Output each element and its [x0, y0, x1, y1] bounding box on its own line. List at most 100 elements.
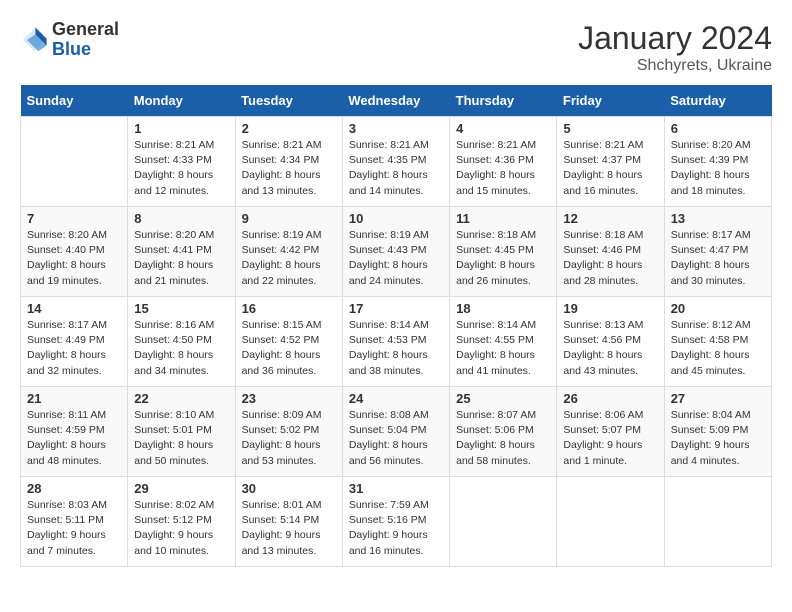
day-details: Sunrise: 8:21 AMSunset: 4:34 PMDaylight:…: [242, 138, 336, 199]
day-details: Sunrise: 8:02 AMSunset: 5:12 PMDaylight:…: [134, 498, 228, 559]
table-row: [664, 477, 771, 567]
logo-general: General: [52, 19, 119, 39]
day-details: Sunrise: 8:20 AMSunset: 4:40 PMDaylight:…: [27, 228, 121, 289]
day-details: Sunrise: 8:19 AMSunset: 4:42 PMDaylight:…: [242, 228, 336, 289]
day-number: 3: [349, 121, 443, 136]
day-details: Sunrise: 8:09 AMSunset: 5:02 PMDaylight:…: [242, 408, 336, 469]
day-number: 28: [27, 481, 121, 496]
table-row: 9 Sunrise: 8:19 AMSunset: 4:42 PMDayligh…: [235, 207, 342, 297]
day-number: 5: [563, 121, 657, 136]
day-number: 30: [242, 481, 336, 496]
day-details: Sunrise: 8:07 AMSunset: 5:06 PMDaylight:…: [456, 408, 550, 469]
calendar-week-row: 14 Sunrise: 8:17 AMSunset: 4:49 PMDaylig…: [21, 297, 772, 387]
col-thursday: Thursday: [450, 85, 557, 117]
day-number: 19: [563, 301, 657, 316]
table-row: 22 Sunrise: 8:10 AMSunset: 5:01 PMDaylig…: [128, 387, 235, 477]
table-row: 18 Sunrise: 8:14 AMSunset: 4:55 PMDaylig…: [450, 297, 557, 387]
day-number: 21: [27, 391, 121, 406]
day-number: 1: [134, 121, 228, 136]
col-friday: Friday: [557, 85, 664, 117]
month-year: January 2024: [578, 20, 772, 57]
day-number: 22: [134, 391, 228, 406]
day-details: Sunrise: 8:21 AMSunset: 4:37 PMDaylight:…: [563, 138, 657, 199]
day-details: Sunrise: 8:04 AMSunset: 5:09 PMDaylight:…: [671, 408, 765, 469]
table-row: 6 Sunrise: 8:20 AMSunset: 4:39 PMDayligh…: [664, 117, 771, 207]
table-row: 14 Sunrise: 8:17 AMSunset: 4:49 PMDaylig…: [21, 297, 128, 387]
calendar-week-row: 1 Sunrise: 8:21 AMSunset: 4:33 PMDayligh…: [21, 117, 772, 207]
calendar-week-row: 28 Sunrise: 8:03 AMSunset: 5:11 PMDaylig…: [21, 477, 772, 567]
day-number: 6: [671, 121, 765, 136]
day-details: Sunrise: 8:15 AMSunset: 4:52 PMDaylight:…: [242, 318, 336, 379]
day-number: 15: [134, 301, 228, 316]
table-row: 23 Sunrise: 8:09 AMSunset: 5:02 PMDaylig…: [235, 387, 342, 477]
day-details: Sunrise: 8:03 AMSunset: 5:11 PMDaylight:…: [27, 498, 121, 559]
day-number: 16: [242, 301, 336, 316]
day-number: 11: [456, 211, 550, 226]
table-row: 3 Sunrise: 8:21 AMSunset: 4:35 PMDayligh…: [342, 117, 449, 207]
day-number: 9: [242, 211, 336, 226]
table-row: 12 Sunrise: 8:18 AMSunset: 4:46 PMDaylig…: [557, 207, 664, 297]
day-details: Sunrise: 8:16 AMSunset: 4:50 PMDaylight:…: [134, 318, 228, 379]
table-row: 27 Sunrise: 8:04 AMSunset: 5:09 PMDaylig…: [664, 387, 771, 477]
day-number: 7: [27, 211, 121, 226]
calendar-week-row: 21 Sunrise: 8:11 AMSunset: 4:59 PMDaylig…: [21, 387, 772, 477]
header: General Blue January 2024 Shchyrets, Ukr…: [20, 20, 772, 75]
day-number: 26: [563, 391, 657, 406]
logo-icon: [20, 26, 48, 54]
day-number: 20: [671, 301, 765, 316]
table-row: [450, 477, 557, 567]
day-details: Sunrise: 8:13 AMSunset: 4:56 PMDaylight:…: [563, 318, 657, 379]
day-number: 31: [349, 481, 443, 496]
day-details: Sunrise: 8:18 AMSunset: 4:45 PMDaylight:…: [456, 228, 550, 289]
day-details: Sunrise: 8:17 AMSunset: 4:47 PMDaylight:…: [671, 228, 765, 289]
day-number: 12: [563, 211, 657, 226]
table-row: 15 Sunrise: 8:16 AMSunset: 4:50 PMDaylig…: [128, 297, 235, 387]
table-row: 29 Sunrise: 8:02 AMSunset: 5:12 PMDaylig…: [128, 477, 235, 567]
table-row: 28 Sunrise: 8:03 AMSunset: 5:11 PMDaylig…: [21, 477, 128, 567]
logo-blue: Blue: [52, 39, 91, 59]
table-row: 21 Sunrise: 8:11 AMSunset: 4:59 PMDaylig…: [21, 387, 128, 477]
day-details: Sunrise: 8:01 AMSunset: 5:14 PMDaylight:…: [242, 498, 336, 559]
table-row: 11 Sunrise: 8:18 AMSunset: 4:45 PMDaylig…: [450, 207, 557, 297]
table-row: 26 Sunrise: 8:06 AMSunset: 5:07 PMDaylig…: [557, 387, 664, 477]
day-details: Sunrise: 8:10 AMSunset: 5:01 PMDaylight:…: [134, 408, 228, 469]
col-sunday: Sunday: [21, 85, 128, 117]
table-row: 4 Sunrise: 8:21 AMSunset: 4:36 PMDayligh…: [450, 117, 557, 207]
col-monday: Monday: [128, 85, 235, 117]
table-row: 13 Sunrise: 8:17 AMSunset: 4:47 PMDaylig…: [664, 207, 771, 297]
table-row: [21, 117, 128, 207]
day-number: 23: [242, 391, 336, 406]
logo: General Blue: [20, 20, 119, 60]
table-row: 31 Sunrise: 7:59 AMSunset: 5:16 PMDaylig…: [342, 477, 449, 567]
table-row: 24 Sunrise: 8:08 AMSunset: 5:04 PMDaylig…: [342, 387, 449, 477]
day-details: Sunrise: 8:06 AMSunset: 5:07 PMDaylight:…: [563, 408, 657, 469]
table-row: 25 Sunrise: 8:07 AMSunset: 5:06 PMDaylig…: [450, 387, 557, 477]
col-saturday: Saturday: [664, 85, 771, 117]
day-number: 24: [349, 391, 443, 406]
location: Shchyrets, Ukraine: [578, 57, 772, 75]
table-row: 2 Sunrise: 8:21 AMSunset: 4:34 PMDayligh…: [235, 117, 342, 207]
day-details: Sunrise: 8:11 AMSunset: 4:59 PMDaylight:…: [27, 408, 121, 469]
table-row: 10 Sunrise: 8:19 AMSunset: 4:43 PMDaylig…: [342, 207, 449, 297]
day-number: 18: [456, 301, 550, 316]
table-row: 19 Sunrise: 8:13 AMSunset: 4:56 PMDaylig…: [557, 297, 664, 387]
day-details: Sunrise: 8:17 AMSunset: 4:49 PMDaylight:…: [27, 318, 121, 379]
day-details: Sunrise: 8:21 AMSunset: 4:35 PMDaylight:…: [349, 138, 443, 199]
table-row: 8 Sunrise: 8:20 AMSunset: 4:41 PMDayligh…: [128, 207, 235, 297]
table-row: 17 Sunrise: 8:14 AMSunset: 4:53 PMDaylig…: [342, 297, 449, 387]
table-row: 7 Sunrise: 8:20 AMSunset: 4:40 PMDayligh…: [21, 207, 128, 297]
day-number: 8: [134, 211, 228, 226]
calendar-table: Sunday Monday Tuesday Wednesday Thursday…: [20, 85, 772, 567]
day-details: Sunrise: 8:21 AMSunset: 4:36 PMDaylight:…: [456, 138, 550, 199]
table-row: 5 Sunrise: 8:21 AMSunset: 4:37 PMDayligh…: [557, 117, 664, 207]
day-number: 2: [242, 121, 336, 136]
day-number: 13: [671, 211, 765, 226]
col-wednesday: Wednesday: [342, 85, 449, 117]
logo-text: General Blue: [52, 20, 119, 60]
day-number: 27: [671, 391, 765, 406]
day-details: Sunrise: 8:14 AMSunset: 4:55 PMDaylight:…: [456, 318, 550, 379]
day-number: 4: [456, 121, 550, 136]
day-number: 17: [349, 301, 443, 316]
col-tuesday: Tuesday: [235, 85, 342, 117]
table-row: 30 Sunrise: 8:01 AMSunset: 5:14 PMDaylig…: [235, 477, 342, 567]
